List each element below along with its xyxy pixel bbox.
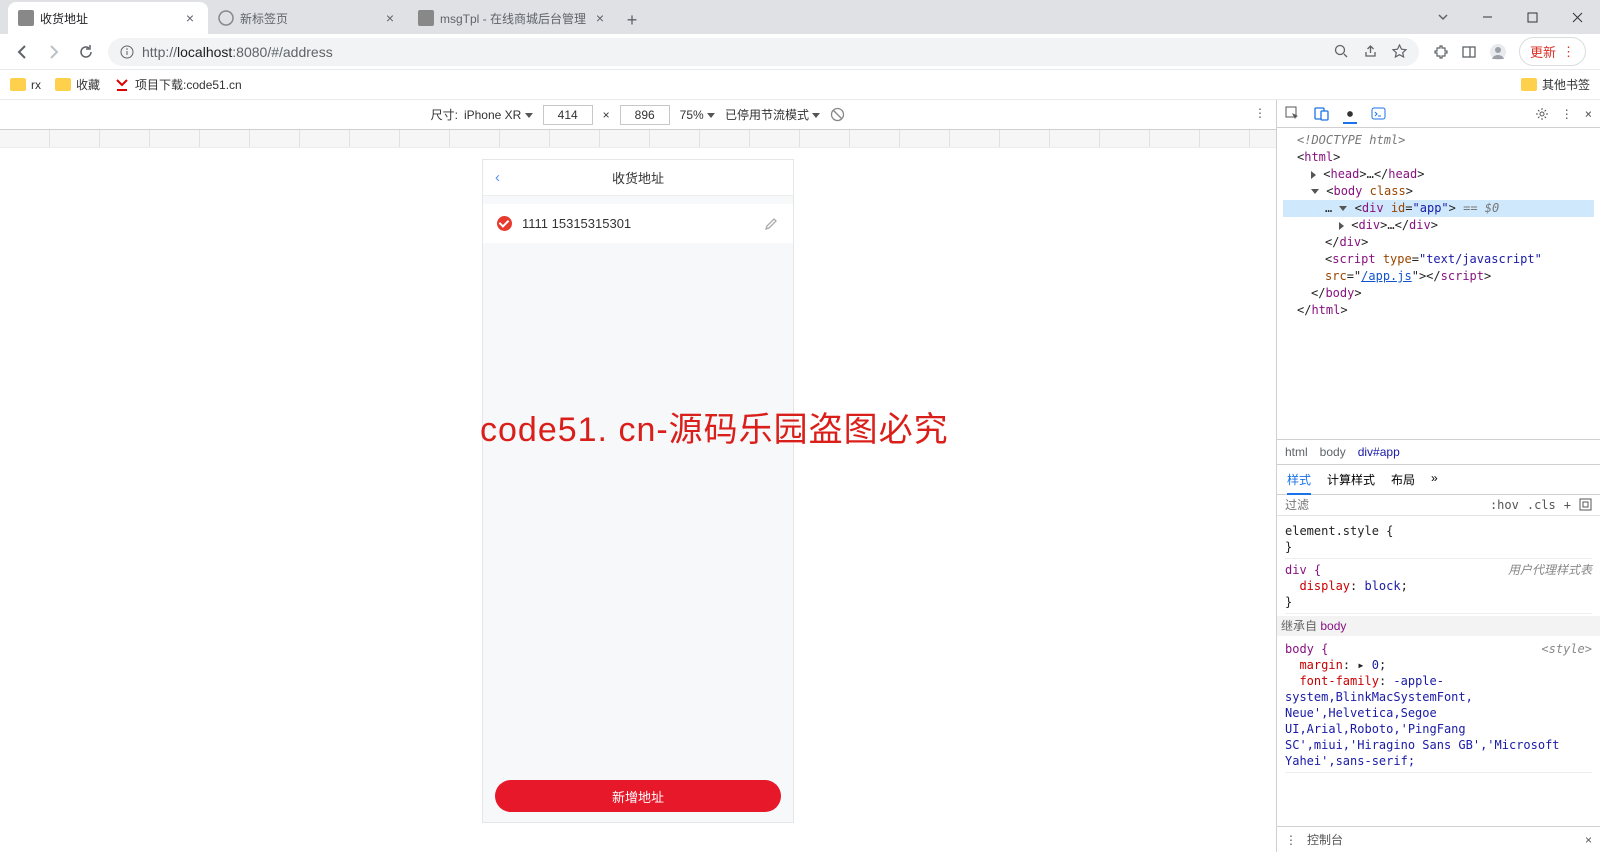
address-item[interactable]: 1111 15315315301 xyxy=(483,204,793,243)
share-icon[interactable] xyxy=(1363,44,1378,59)
console-tab[interactable]: 控制台 xyxy=(1307,831,1343,848)
devtools-panel: ⋮ × <!DOCTYPE html> <html> <head>…</head… xyxy=(1276,100,1600,852)
kebab-icon[interactable]: ⋮ xyxy=(1561,107,1573,121)
close-icon[interactable]: × xyxy=(592,10,608,26)
gear-icon[interactable] xyxy=(1535,107,1549,121)
tab[interactable]: 新标签页 × xyxy=(208,2,408,34)
new-rule-button[interactable]: + xyxy=(1564,498,1571,512)
info-icon xyxy=(120,45,134,59)
tab-title: msgTpl - 在线商城后台管理 xyxy=(440,10,586,27)
bookmark-download[interactable]: 项目下载:code51.cn xyxy=(114,76,242,93)
extensions-icon[interactable] xyxy=(1433,44,1449,60)
close-icon[interactable]: × xyxy=(182,10,198,26)
times-label: × xyxy=(603,108,610,122)
reload-button[interactable] xyxy=(72,38,100,66)
watermark-text: code51. cn-源码乐园盗图必究 xyxy=(480,402,949,451)
url-text: http://localhost:8080/#/address xyxy=(142,44,333,60)
box-model-icon[interactable] xyxy=(1579,498,1592,511)
side-panel-icon[interactable] xyxy=(1461,44,1477,60)
console-drawer: ⋮ 控制台 × xyxy=(1277,826,1600,852)
profile-icon[interactable] xyxy=(1489,43,1507,61)
bookmark-other[interactable]: 其他书签 xyxy=(1521,76,1590,93)
close-button[interactable] xyxy=(1555,2,1600,32)
add-address-button[interactable]: 新增地址 xyxy=(495,780,781,812)
tab-title: 新标签页 xyxy=(240,10,376,27)
favicon-icon xyxy=(218,10,234,26)
site-icon xyxy=(114,77,130,93)
favicon-icon xyxy=(18,10,34,26)
styles-pane[interactable]: element.style { } 用户代理样式表div { display: … xyxy=(1277,516,1600,827)
styles-tabs: 样式 计算样式 布局 » xyxy=(1277,465,1600,495)
console-tab-icon[interactable] xyxy=(1371,106,1386,121)
chevron-down-icon[interactable] xyxy=(1420,2,1465,32)
close-icon[interactable]: × xyxy=(382,10,398,26)
device-select[interactable]: iPhone XR xyxy=(464,108,533,122)
width-input[interactable]: 414 xyxy=(543,105,593,125)
kebab-icon[interactable]: ⋮ xyxy=(1285,833,1297,847)
cls-toggle[interactable]: .cls xyxy=(1527,498,1556,512)
minimize-button[interactable] xyxy=(1465,2,1510,32)
elements-tab-icon[interactable] xyxy=(1343,110,1357,124)
update-button[interactable]: 更新⋮ xyxy=(1519,37,1586,66)
bookmarks-bar: rx 收藏 项目下载:code51.cn 其他书签 xyxy=(0,70,1600,100)
close-icon[interactable]: × xyxy=(1585,107,1592,121)
tab-styles[interactable]: 样式 xyxy=(1287,471,1311,495)
folder-icon xyxy=(1521,78,1537,91)
filter-input[interactable] xyxy=(1285,498,1482,512)
tab-title: 收货地址 xyxy=(40,10,176,27)
styles-filter-row: :hov .cls + xyxy=(1277,495,1600,516)
address-text: 1111 15315315301 xyxy=(522,216,754,231)
tab[interactable]: msgTpl - 在线商城后台管理 × xyxy=(408,2,618,34)
browser-toolbar: http://localhost:8080/#/address 更新⋮ xyxy=(0,34,1600,70)
folder-icon xyxy=(10,78,26,91)
device-toolbar: 尺寸: iPhone XR 414 × 896 75% 已停用节流模式 ⋮ xyxy=(0,100,1276,130)
mobile-header: ‹ 收货地址 xyxy=(483,160,793,196)
kebab-icon[interactable]: ⋮ xyxy=(1254,106,1266,120)
bookmark-fav[interactable]: 收藏 xyxy=(55,76,100,93)
address-bar[interactable]: http://localhost:8080/#/address xyxy=(108,38,1419,66)
star-icon[interactable] xyxy=(1392,44,1407,59)
tab-active[interactable]: 收货地址 × xyxy=(8,2,208,34)
dom-tree[interactable]: <!DOCTYPE html> <html> <head>…</head> <b… xyxy=(1277,128,1600,439)
height-input[interactable]: 896 xyxy=(620,105,670,125)
size-label: 尺寸: xyxy=(431,106,458,123)
search-icon[interactable] xyxy=(1334,44,1349,59)
maximize-button[interactable] xyxy=(1510,2,1555,32)
zoom-select[interactable]: 75% xyxy=(680,108,715,122)
device-mode-icon[interactable] xyxy=(1314,106,1329,121)
checked-icon[interactable] xyxy=(497,216,512,231)
ruler xyxy=(0,130,1276,148)
tab-more[interactable]: » xyxy=(1431,471,1438,488)
favicon-icon xyxy=(418,10,434,26)
page-title: 收货地址 xyxy=(612,168,664,187)
tab-layout[interactable]: 布局 xyxy=(1391,471,1415,488)
selected-dom-node[interactable]: … <div id="app"> == $0 xyxy=(1283,200,1594,217)
forward-button[interactable] xyxy=(40,38,68,66)
device-viewport-area: 尺寸: iPhone XR 414 × 896 75% 已停用节流模式 ⋮ ‹ … xyxy=(0,100,1276,852)
mobile-preview: ‹ 收货地址 1111 15315315301 新增地址 xyxy=(483,160,793,822)
inspect-icon[interactable] xyxy=(1285,106,1300,121)
breadcrumb[interactable]: htmlbodydiv#app xyxy=(1277,439,1600,465)
back-icon[interactable]: ‹ xyxy=(495,169,500,186)
throttle-select[interactable]: 已停用节流模式 xyxy=(725,106,820,123)
close-icon[interactable]: × xyxy=(1585,833,1592,847)
new-tab-button[interactable]: + xyxy=(618,6,646,34)
bookmark-rx[interactable]: rx xyxy=(10,78,41,92)
back-button[interactable] xyxy=(8,38,36,66)
browser-tab-strip: 收货地址 × 新标签页 × msgTpl - 在线商城后台管理 × + xyxy=(0,0,1600,34)
edit-icon[interactable] xyxy=(764,216,779,231)
rotate-icon[interactable] xyxy=(830,107,845,122)
hov-toggle[interactable]: :hov xyxy=(1490,498,1519,512)
folder-icon xyxy=(55,78,71,91)
tab-computed[interactable]: 计算样式 xyxy=(1327,471,1375,488)
devtools-header: ⋮ × xyxy=(1277,100,1600,128)
